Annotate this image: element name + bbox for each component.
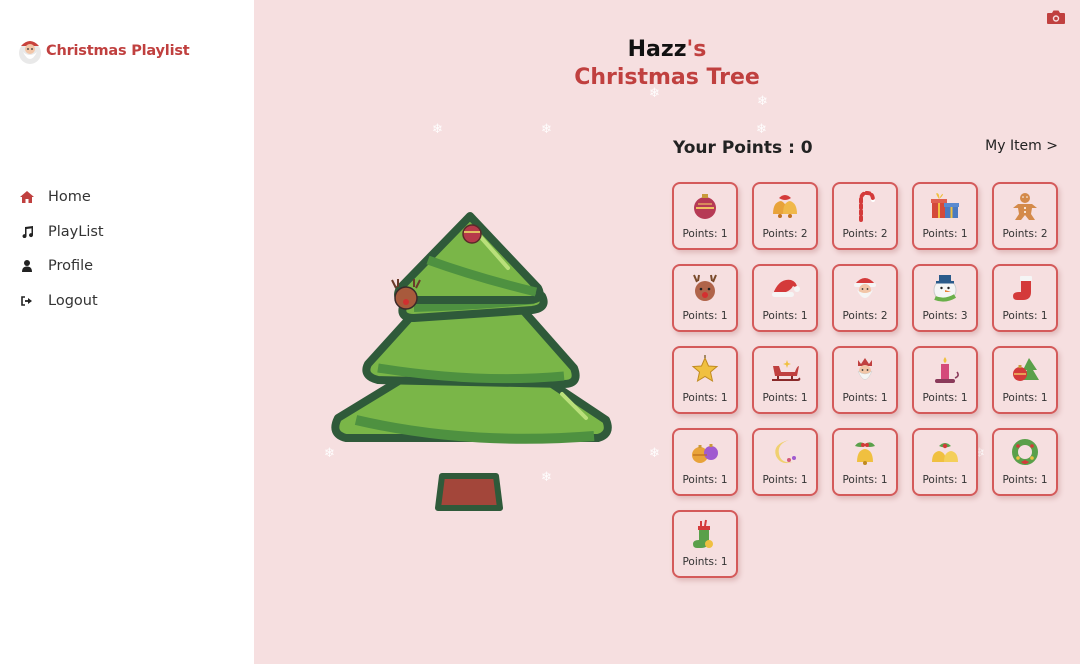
gift-stocking-icon [693,519,713,548]
item-card[interactable]: Points: 1 [672,428,738,496]
home-icon [20,190,34,204]
candle-icon [935,357,959,383]
item-points: Points: 1 [1002,474,1048,486]
item-card[interactable]: Points: 1 [672,510,738,578]
item-card[interactable]: Points: 1 [672,264,738,332]
item-card[interactable]: Points: 2 [832,182,898,250]
item-points: Points: 2 [842,228,888,240]
snowflake-icon: ❄ [756,122,767,137]
candy-cane-icon [859,190,875,222]
santa-face-icon [854,278,876,298]
snowman-icon [933,275,957,302]
sidebar-item-profile[interactable]: Profile [20,255,104,277]
item-points: Points: 1 [842,392,888,404]
item-card[interactable]: Points: 1 [992,346,1058,414]
star-icon [691,355,719,383]
user-icon [20,259,34,273]
camera-icon[interactable] [1046,9,1066,25]
item-card[interactable]: Points: 1 [992,264,1058,332]
item-card[interactable]: Points: 1 [672,182,738,250]
item-card[interactable]: Points: 2 [992,182,1058,250]
item-points: Points: 1 [1002,310,1048,322]
item-points: Points: 1 [762,392,808,404]
sidebar-item-logout[interactable]: Logout [20,290,104,312]
owner-name: Hazz [627,37,687,62]
item-points: Points: 2 [842,310,888,322]
item-points: Points: 2 [762,228,808,240]
item-card[interactable]: Points: 1 [912,428,978,496]
sidebar-nav: Home PlayList Profile Logout [20,186,104,324]
item-points: Points: 1 [842,474,888,486]
holly-bell-icon [855,442,875,465]
ornaments-icon [692,444,718,463]
bauble-icon [694,194,716,219]
app-title: Christmas Playlist [46,43,190,59]
item-points: Points: 3 [922,310,968,322]
sidebar-item-playlist[interactable]: PlayList [20,221,104,243]
app-brand[interactable]: Christmas Playlist [18,36,190,66]
sleigh-icon [772,360,801,381]
logout-icon [20,294,34,308]
owner-possessive: 's [686,37,707,62]
page-title: Christmas Tree [574,65,760,90]
bells-icon [773,195,797,218]
item-card[interactable]: Points: 1 [992,428,1058,496]
wreath-icon [1012,439,1038,465]
snowflake-icon: ❄ [432,122,443,137]
item-card[interactable]: Points: 1 [752,428,818,496]
king-face-icon [857,358,873,380]
item-points: Points: 1 [682,228,728,240]
item-card[interactable]: Points: 1 [832,346,898,414]
item-points: Points: 1 [1002,392,1048,404]
item-points: Points: 1 [682,310,728,322]
item-card[interactable]: Points: 1 [752,264,818,332]
item-points: Points: 1 [682,392,728,404]
moon-icon [775,440,796,464]
snowflake-icon: ❄ [649,86,660,101]
music-note-icon [20,225,34,239]
item-card[interactable]: Points: 2 [832,264,898,332]
item-points: Points: 1 [682,556,728,568]
gift-boxes-icon [931,193,959,218]
item-card[interactable]: Points: 1 [672,346,738,414]
item-points: Points: 1 [922,392,968,404]
item-points: Points: 1 [762,310,808,322]
item-card[interactable]: Points: 2 [752,182,818,250]
page-title-owner: Hazz's [254,37,1080,62]
my-item-link[interactable]: My Item > [985,138,1058,154]
item-card[interactable]: Points: 1 [752,346,818,414]
item-card[interactable]: Points: 1 [912,182,978,250]
jingle-bells-icon [932,443,958,462]
item-points: Points: 1 [682,474,728,486]
item-points: Points: 2 [1002,228,1048,240]
reindeer-icon [693,274,717,301]
item-card[interactable]: Points: 3 [912,264,978,332]
points-label: Your Points : 0 [673,138,813,158]
sidebar-item-label: Profile [48,258,94,274]
sidebar-item-label: Home [48,189,91,205]
christmas-tree[interactable] [328,208,618,518]
sidebar-item-label: PlayList [48,223,104,240]
tree-ornament-icon [1013,358,1039,381]
item-points: Points: 1 [762,474,808,486]
snowflake-icon: ❄ [757,94,768,109]
item-grid: Points: 1 Points: 2 Points: 2 Points: 1 Poin… [672,182,1062,578]
item-card[interactable]: Points: 1 [832,428,898,496]
santa-avatar-icon [19,41,41,64]
sidebar-item-label: Logout [48,292,98,309]
santa-hat-icon [772,279,800,297]
stocking-icon [1013,276,1032,300]
item-card[interactable]: Points: 1 [912,346,978,414]
sidebar: Christmas Playlist Home PlayList Profile… [0,0,254,664]
item-points: Points: 1 [922,228,968,240]
sidebar-item-home[interactable]: Home [20,186,104,208]
item-points: Points: 1 [922,474,968,486]
snowflake-icon: ❄ [541,122,552,137]
main-content: Hazz's Christmas Tree ❄ ❄ ❄ ❄ ❄ ❄ ❄ ❄ ❄ … [254,0,1080,664]
snowflake-icon: ❄ [649,446,660,461]
gingerbread-man-icon [1013,193,1037,220]
